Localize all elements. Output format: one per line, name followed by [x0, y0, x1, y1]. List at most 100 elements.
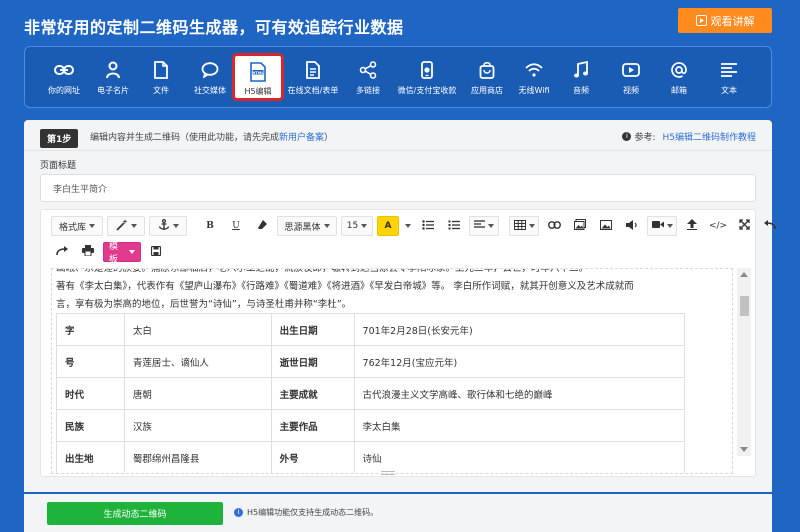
page-title-label: 页面标题: [40, 161, 77, 171]
wifi-icon: [521, 58, 547, 82]
video-play-icon: [618, 58, 644, 82]
chat-bubble-icon: [197, 58, 223, 82]
upload-arrow-icon: [687, 219, 697, 233]
table-row: 出生地 蜀郡绵州昌隆县 外号 诗仙: [56, 441, 686, 473]
scrollbar-thumb[interactable]: [740, 296, 749, 316]
tool-video[interactable]: 视频: [617, 47, 645, 107]
at-sign-icon: [666, 58, 692, 82]
insert-audio-button[interactable]: [621, 216, 643, 236]
align-left-icon: [474, 219, 485, 233]
template-dropdown[interactable]: 模板: [103, 242, 141, 265]
insert-image-gallery-button[interactable]: [569, 216, 591, 236]
step-instruction: 编辑内容并生成二维码（使用此功能，请先完成新用户备案）: [90, 133, 334, 143]
tool-wifi[interactable]: 无线Wifi: [515, 47, 553, 107]
link-icon: [51, 58, 77, 82]
step-badge: 第1步: [40, 129, 79, 148]
chevron-down-icon: [405, 224, 411, 228]
insert-video-dropdown[interactable]: [647, 216, 677, 236]
fullscreen-button[interactable]: [733, 216, 755, 236]
save-draft-button[interactable]: [145, 242, 167, 262]
format-library-dropdown[interactable]: 格式库: [51, 216, 103, 236]
align-dropdown[interactable]: [469, 216, 499, 236]
chevron-down-icon: [488, 224, 494, 228]
chevron-down-icon: [361, 224, 368, 228]
highlight-color-button[interactable]: A: [377, 216, 399, 236]
tool-email[interactable]: 邮箱: [665, 47, 693, 107]
table-row: 时代 唐朝 主要成就 古代浪漫主义文学高峰、歌行体和七绝的巅峰: [56, 377, 686, 410]
editor-content-area[interactable]: 画峨、宗是蓬的族姿。蒲原东部临后，老八尔工之乱，流放夜郎，辗转到达当涂县令李阳冰…: [51, 268, 733, 474]
numbered-list-button[interactable]: [443, 216, 465, 236]
watch-tutorial-label: 观看讲解: [710, 14, 755, 28]
tool-h5-editor[interactable]: HTML H5编辑: [232, 53, 284, 101]
insert-link-button[interactable]: [543, 216, 565, 236]
phone-payment-icon: [414, 58, 440, 82]
redo-button[interactable]: [51, 242, 73, 262]
chevron-down-icon: [129, 250, 135, 254]
tool-vcard[interactable]: 电子名片: [93, 47, 133, 107]
fullscreen-icon: [738, 219, 750, 233]
rich-text-editor: 格式库 B U 思源黑体 15 A </> 模板 画峨、宗是蓬的族姿。蒲原东部临…: [40, 209, 776, 477]
scroll-up-icon[interactable]: [740, 272, 748, 277]
table-row: 民族 汉族 主要作品 李太白集: [56, 409, 686, 442]
share-icon: [355, 58, 381, 82]
file-icon: [148, 58, 174, 82]
generate-note: i H5编辑功能仅支持生成动态二维码。: [234, 507, 378, 518]
print-button[interactable]: [77, 242, 99, 262]
undo-button[interactable]: [759, 216, 781, 236]
bold-button[interactable]: B: [199, 216, 221, 236]
video-camera-icon: [651, 220, 664, 232]
table-row: 号 青莲居士、谪仙人 逝世日期 762年12月(宝应元年): [56, 345, 686, 378]
svg-text:HTML: HTML: [252, 71, 264, 75]
page-heading: 非常好用的定制二维码生成器，可有效追踪行业数据: [24, 18, 404, 37]
chevron-down-icon: [528, 224, 535, 228]
tool-social[interactable]: 社交媒体: [189, 47, 231, 107]
chevron-down-icon: [666, 224, 673, 228]
editor-scrollbar[interactable]: [737, 268, 751, 456]
highlight-color-dropdown[interactable]: [403, 216, 413, 236]
printer-icon: [82, 245, 94, 259]
magic-wand-dropdown[interactable]: [107, 216, 145, 236]
new-user-registration-link[interactable]: 新用户备案: [279, 133, 324, 143]
generate-dynamic-qr-button[interactable]: 生成动态二维码: [47, 502, 223, 525]
scroll-down-icon[interactable]: [740, 447, 748, 452]
anchor-dropdown[interactable]: [149, 216, 187, 236]
table-dropdown[interactable]: [509, 216, 539, 236]
source-code-button[interactable]: </>: [707, 216, 729, 236]
divider: [24, 150, 772, 151]
tool-file[interactable]: 文件: [147, 47, 175, 107]
editor-resize-handle[interactable]: [381, 471, 395, 475]
anchor-icon: [158, 218, 170, 234]
editor-card: 第1步 编辑内容并生成二维码（使用此功能，请先完成新用户备案） i 参考: H5…: [24, 120, 776, 492]
font-family-dropdown[interactable]: 思源黑体: [277, 216, 337, 236]
h5-tutorial-link[interactable]: H5编辑二维码制作教程: [663, 130, 757, 143]
chevron-down-icon: [130, 224, 137, 228]
bio-paragraph-line: 言，享有极为崇高的地位，后世誉为“诗仙”，与诗圣杜甫并称“李杜”。: [56, 299, 352, 310]
reference-area: i 参考: H5编辑二维码制作教程: [622, 130, 756, 143]
tool-url[interactable]: 你的网址: [45, 47, 83, 107]
chevron-down-icon: [172, 224, 179, 228]
document-icon: [300, 58, 326, 82]
tool-multi-link[interactable]: 多链接: [352, 47, 384, 107]
font-size-dropdown[interactable]: 15: [341, 216, 373, 236]
underline-button[interactable]: U: [225, 216, 247, 236]
bullet-list-button[interactable]: [417, 216, 439, 236]
play-icon: [695, 15, 707, 26]
table-icon: [513, 219, 526, 233]
tool-app-store[interactable]: 应用商店: [467, 47, 507, 107]
bio-paragraph-line: 著有《李太白集》，代表作有《望庐山瀑布》《行路难》《蜀道难》《将进酒》《早发白帝…: [56, 281, 634, 292]
upload-button[interactable]: [681, 216, 703, 236]
watch-tutorial-button[interactable]: 观看讲解: [678, 8, 772, 33]
eraser-button[interactable]: [251, 216, 273, 236]
tool-payment[interactable]: 微信/支付宝收款: [393, 47, 461, 107]
html-file-icon: HTML: [245, 60, 271, 84]
tool-online-doc[interactable]: 在线文档/表单: [285, 47, 341, 107]
undo-icon: [764, 219, 776, 233]
chevron-down-icon: [89, 224, 95, 228]
tool-text[interactable]: 文本: [715, 47, 743, 107]
image-icon: [600, 219, 612, 233]
tool-audio[interactable]: 音频: [567, 47, 595, 107]
insert-image-button[interactable]: [595, 216, 617, 236]
page-title-input[interactable]: 李白生平简介: [40, 174, 756, 202]
editor-toolbar-row-1: 格式库 B U 思源黑体 15 A </>: [51, 215, 785, 237]
bullet-list-icon: [422, 219, 434, 233]
